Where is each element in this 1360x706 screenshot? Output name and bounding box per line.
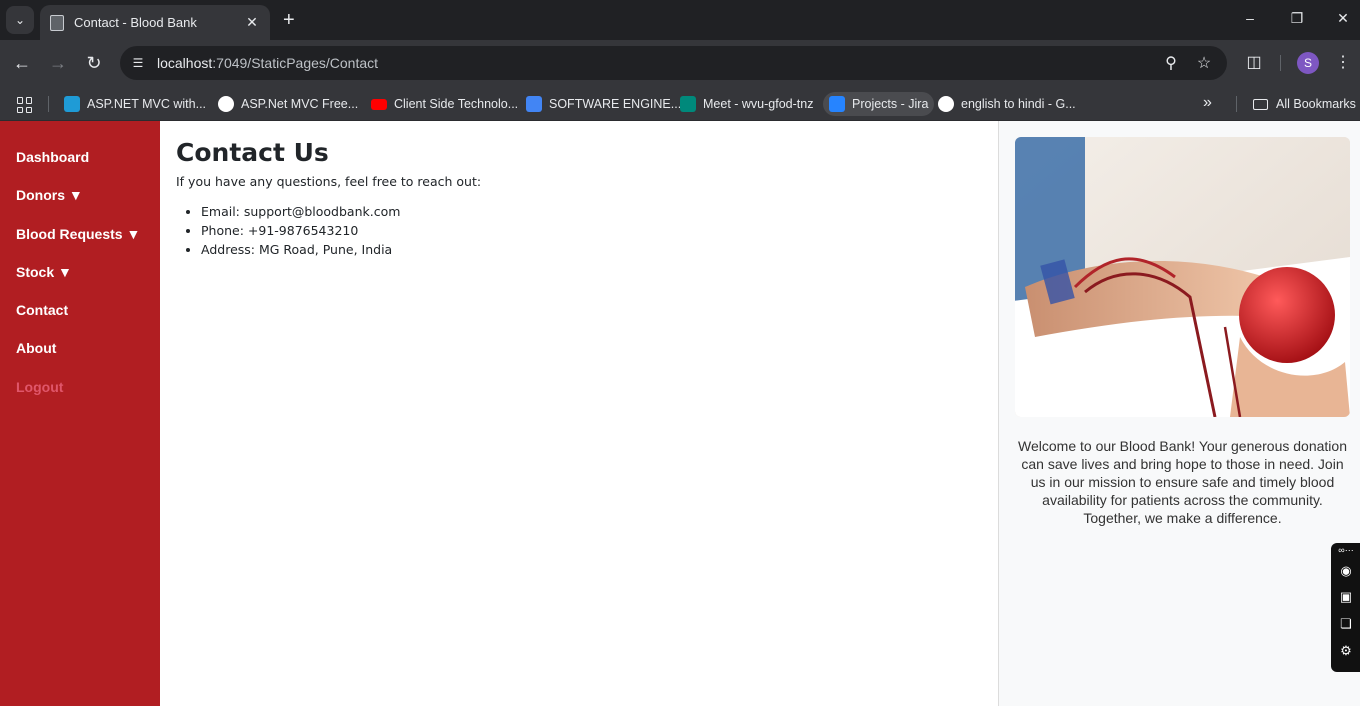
camera-icon[interactable]: ◉ (1335, 563, 1357, 579)
sidebar-item-donors[interactable]: Donors ▼ (0, 184, 160, 222)
bookmark-item[interactable]: Projects - Jira (823, 92, 935, 116)
window-close-icon[interactable]: ✕ (1333, 10, 1353, 27)
bookmarks-divider (48, 96, 49, 112)
contact-address: Address: MG Road, Pune, India (201, 240, 982, 259)
contact-list: Email: support@bloodbank.com Phone: +91-… (176, 202, 982, 259)
address-bar[interactable]: ☰ localhost:7049/StaticPages/Contact ⚲ ☆ (120, 46, 1227, 80)
sidebar-item-stock[interactable]: Stock ▼ (0, 261, 160, 299)
page-favicon-icon (50, 14, 64, 31)
welcome-message: Welcome to our Blood Bank! Your generous… (1018, 438, 1347, 526)
site-info-tune-icon[interactable]: ☰ (128, 53, 148, 73)
url-path: :7049/StaticPages/Contact (212, 55, 379, 71)
page-viewport: Dashboard Donors ▼ Blood Requests ▼ Stoc… (0, 121, 1360, 706)
back-arrow-icon[interactable]: ← (11, 52, 33, 74)
google-icon (938, 96, 954, 112)
url-host: localhost (157, 55, 213, 71)
bookmarks-bar: ASP.NET MVC with... ASP.Net MVC Free... … (0, 86, 1360, 121)
profile-avatar[interactable]: S (1297, 52, 1319, 74)
apps-grid-icon[interactable] (17, 97, 33, 113)
main-content: Contact Us If you have any questions, fe… (160, 121, 998, 706)
more-bookmarks-chevron-icon[interactable]: » (1203, 94, 1212, 112)
forward-arrow-icon[interactable]: → (47, 52, 69, 74)
tab-close-icon[interactable]: ✕ (244, 14, 260, 31)
page-title: Contact Us (176, 138, 329, 167)
sidebar-item-logout[interactable]: Logout (0, 376, 160, 414)
all-bookmarks-label: All Bookmarks (1276, 97, 1356, 111)
bookmark-item[interactable]: english to hindi - G... (932, 92, 1082, 116)
bookmark-label: ASP.NET MVC with... (87, 97, 207, 111)
jira-icon (829, 96, 845, 112)
toolbar-divider (1280, 55, 1281, 71)
restore-icon[interactable]: ❐ (1287, 10, 1307, 27)
bookmark-item[interactable]: ASP.Net MVC Free... (212, 92, 364, 116)
bookmark-label: Client Side Technolo... (394, 97, 519, 111)
sidebar-item-about[interactable]: About (0, 337, 160, 375)
settings-gear-icon[interactable]: ⚙ (1335, 643, 1357, 659)
menu-kebab-icon[interactable]: ⋮ (1332, 52, 1354, 72)
blood-donation-illustration (1015, 137, 1350, 417)
bookmark-label: ASP.Net MVC Free... (241, 97, 359, 111)
bookmark-item[interactable]: Meet - wvu-gfod-tnz (674, 92, 819, 116)
bookmark-item[interactable]: SOFTWARE ENGINE... (520, 92, 687, 116)
contact-phone: Phone: +91-9876543210 (201, 221, 982, 240)
sidebar-item-blood-requests[interactable]: Blood Requests ▼ (0, 223, 160, 261)
tab-search-chevron-icon[interactable]: ⌄ (6, 6, 34, 34)
video-camera-icon[interactable]: ▣ (1335, 589, 1357, 605)
link-more-icon[interactable]: ∞⋯ (1335, 545, 1357, 556)
bookmark-star-icon[interactable]: ☆ (1194, 53, 1214, 73)
google-icon (218, 96, 234, 112)
blood-donation-photo (1015, 137, 1350, 417)
bookmark-label: english to hindi - G... (961, 97, 1076, 111)
sidebar: Dashboard Donors ▼ Blood Requests ▼ Stoc… (0, 121, 160, 706)
right-sidebar: Welcome to our Blood Bank! Your generous… (998, 121, 1360, 706)
extensions-puzzle-icon[interactable]: ◫ (1243, 52, 1265, 72)
classroom-icon (526, 96, 542, 112)
sidebar-item-contact[interactable]: Contact (0, 299, 160, 337)
sidebar-item-dashboard[interactable]: Dashboard (0, 146, 160, 184)
contact-email: Email: support@bloodbank.com (201, 202, 982, 221)
window-overlay-icon[interactable]: ❏ (1335, 616, 1357, 632)
tab-title: Contact - Blood Bank (74, 15, 197, 30)
capture-toolbar: ∞⋯ ◉ ▣ ❏ ⚙ (1331, 543, 1360, 672)
url-text[interactable]: localhost:7049/StaticPages/Contact (157, 55, 378, 71)
minimize-icon[interactable]: – (1240, 10, 1260, 26)
layers-icon (64, 96, 80, 112)
all-bookmarks-button[interactable]: All Bookmarks (1253, 92, 1356, 116)
new-tab-plus-icon[interactable]: + (283, 9, 295, 31)
bookmark-label: Projects - Jira (852, 97, 929, 111)
folder-icon (1253, 98, 1268, 110)
bookmark-label: Meet - wvu-gfod-tnz (703, 97, 814, 111)
bookmark-item[interactable]: ASP.NET MVC with... (58, 92, 212, 116)
meet-icon (680, 96, 696, 112)
browser-tab[interactable]: Contact - Blood Bank ✕ (40, 5, 270, 40)
tab-strip: ⌄ Contact - Blood Bank ✕ + – ❐ ✕ (0, 0, 1360, 40)
bookmark-label: SOFTWARE ENGINE... (549, 97, 682, 111)
bookmark-item[interactable]: Client Side Technolo... (365, 92, 524, 116)
zoom-magnifier-icon[interactable]: ⚲ (1161, 53, 1181, 73)
contact-intro: If you have any questions, feel free to … (176, 174, 482, 189)
browser-toolbar: ← → ↻ ☰ localhost:7049/StaticPages/Conta… (0, 40, 1360, 86)
bookmarks-divider (1236, 96, 1237, 112)
youtube-icon (371, 98, 387, 110)
reload-icon[interactable]: ↻ (83, 52, 105, 74)
